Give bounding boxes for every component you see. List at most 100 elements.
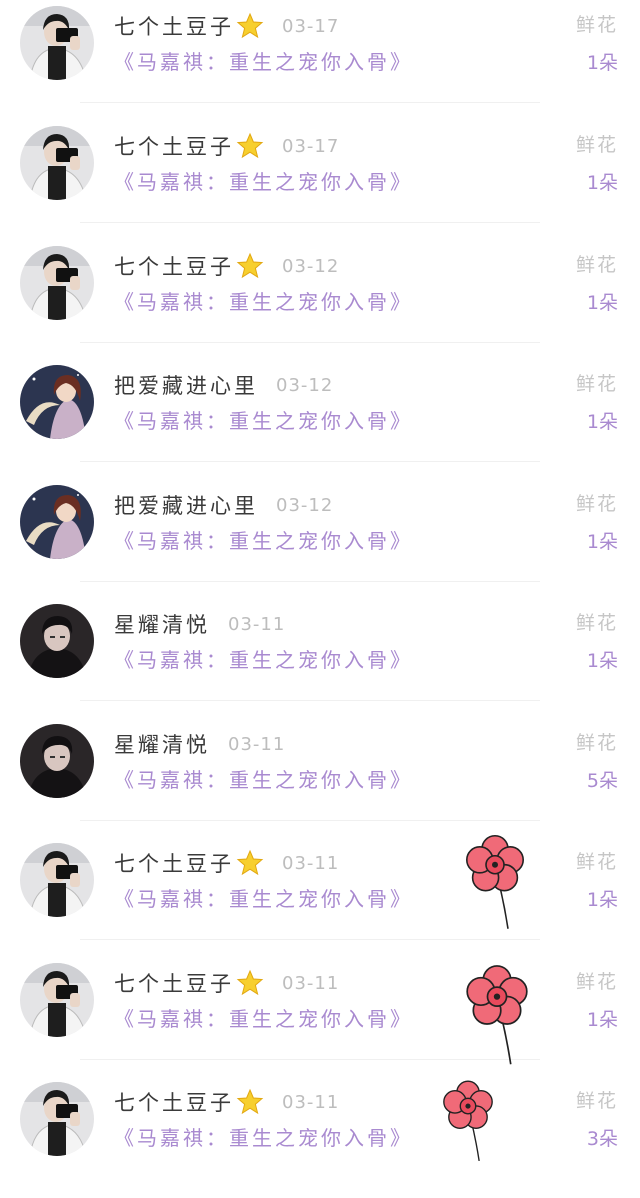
user-avatar[interactable] (20, 843, 94, 917)
star-badge-icon (236, 132, 264, 159)
gift-record-row[interactable]: 七个土豆子 03-17 《马嘉祺：重生之宠你入骨》 鲜花 1朵 (0, 122, 640, 242)
user-avatar[interactable] (20, 126, 94, 200)
gift-count: 1朵 (586, 650, 618, 672)
user-name[interactable]: 七个土豆子 (114, 968, 234, 998)
gift-type-label: 鲜花 (575, 14, 618, 36)
gift-count: 1朵 (586, 411, 618, 433)
gift-date: 03-11 (228, 733, 286, 755)
gift-type-label: 鲜花 (575, 732, 618, 754)
user-name-line: 七个土豆子 03-17 (114, 8, 339, 44)
user-avatar[interactable] (20, 1082, 94, 1156)
book-title-link[interactable]: 《马嘉祺：重生之宠你入骨》 (114, 525, 413, 554)
user-avatar[interactable] (20, 365, 94, 439)
book-title-link[interactable]: 《马嘉祺：重生之宠你入骨》 (114, 405, 413, 434)
user-name-line: 七个土豆子 03-11 (114, 845, 339, 881)
star-badge-icon (236, 969, 264, 996)
gift-date: 03-17 (282, 135, 340, 157)
gift-record-list: 七个土豆子 03-17 《马嘉祺：重生之宠你入骨》 鲜花 1朵 七个土豆子 03-17 《马嘉… (0, 0, 640, 1164)
gift-record-row[interactable]: 把爱藏进心里 03-12 《马嘉祺：重生之宠你入骨》 鲜花 1朵 (0, 361, 640, 481)
user-name[interactable]: 七个土豆子 (114, 848, 234, 878)
user-name-line: 星耀清悦 03-11 (114, 726, 285, 762)
star-icon (234, 849, 264, 877)
user-avatar[interactable] (20, 724, 94, 798)
star-icon (234, 1088, 264, 1116)
gift-record-row[interactable]: 把爱藏进心里 03-12 《马嘉祺：重生之宠你入骨》 鲜花 1朵 (0, 481, 640, 601)
gift-date: 03-12 (276, 374, 334, 396)
gift-date: 03-11 (282, 972, 340, 994)
user-avatar[interactable] (20, 604, 94, 678)
gift-count: 1朵 (586, 1009, 618, 1031)
gift-record-row[interactable]: 七个土豆子 03-11 《马嘉祺：重生之宠你入骨》 鲜花 1朵 (0, 839, 640, 959)
star-badge-icon (236, 849, 264, 876)
book-title-link[interactable]: 《马嘉祺：重生之宠你入骨》 (114, 166, 413, 195)
user-avatar[interactable] (20, 485, 94, 559)
gift-count: 1朵 (586, 52, 618, 74)
star-icon (234, 252, 264, 280)
user-name-line: 星耀清悦 03-11 (114, 606, 285, 642)
star-badge-icon (236, 252, 264, 279)
gift-record-row[interactable]: 星耀清悦 03-11 《马嘉祺：重生之宠你入骨》 鲜花 1朵 (0, 600, 640, 720)
row-divider (80, 581, 540, 582)
flower-sticker-icon (460, 962, 534, 1073)
user-name-line: 七个土豆子 03-11 (114, 1084, 339, 1120)
user-name-line: 七个土豆子 03-12 (114, 248, 339, 284)
book-title-link[interactable]: 《马嘉祺：重生之宠你入骨》 (114, 883, 413, 912)
flower-sticker-icon (460, 832, 530, 938)
gift-date: 03-17 (282, 15, 340, 37)
star-badge-icon (236, 1088, 264, 1115)
gift-record-row[interactable]: 七个土豆子 03-11 《马嘉祺：重生之宠你入骨》 鲜花 3朵 (0, 1078, 640, 1198)
gift-type-label: 鲜花 (575, 851, 618, 873)
star-icon (234, 12, 264, 40)
user-name[interactable]: 把爱藏进心里 (114, 370, 258, 400)
gift-type-label: 鲜花 (575, 971, 618, 993)
book-title-link[interactable]: 《马嘉祺：重生之宠你入骨》 (114, 764, 413, 793)
flower-sticker-icon (438, 1078, 498, 1164)
gift-record-row[interactable]: 七个土豆子 03-17 《马嘉祺：重生之宠你入骨》 鲜花 1朵 (0, 2, 640, 122)
gift-type-label: 鲜花 (575, 493, 618, 515)
star-icon (234, 969, 264, 997)
row-divider (80, 939, 540, 940)
gift-count: 3朵 (586, 1128, 618, 1150)
user-avatar[interactable] (20, 963, 94, 1037)
user-name-line: 七个土豆子 03-17 (114, 128, 339, 164)
star-badge-icon (236, 12, 264, 39)
row-divider (80, 820, 540, 821)
user-name-line: 七个土豆子 03-11 (114, 965, 339, 1001)
gift-count: 1朵 (586, 531, 618, 553)
row-divider (80, 461, 540, 462)
star-icon (234, 132, 264, 160)
row-divider (80, 342, 540, 343)
gift-date: 03-12 (276, 494, 334, 516)
row-divider (80, 102, 540, 103)
gift-count: 1朵 (586, 172, 618, 194)
gift-record-row[interactable]: 星耀清悦 03-11 《马嘉祺：重生之宠你入骨》 鲜花 5朵 (0, 720, 640, 840)
gift-date: 03-11 (282, 852, 340, 874)
user-name-line: 把爱藏进心里 03-12 (114, 367, 333, 403)
user-name[interactable]: 七个土豆子 (114, 131, 234, 161)
gift-type-label: 鲜花 (575, 134, 618, 156)
gift-count: 1朵 (586, 292, 618, 314)
gift-type-label: 鲜花 (575, 373, 618, 395)
user-name[interactable]: 把爱藏进心里 (114, 490, 258, 520)
gift-date: 03-11 (282, 1091, 340, 1113)
gift-date: 03-12 (282, 255, 340, 277)
user-name[interactable]: 七个土豆子 (114, 251, 234, 281)
user-name[interactable]: 七个土豆子 (114, 1087, 234, 1117)
gift-type-label: 鲜花 (575, 612, 618, 634)
book-title-link[interactable]: 《马嘉祺：重生之宠你入骨》 (114, 46, 413, 75)
user-avatar[interactable] (20, 6, 94, 80)
user-name[interactable]: 星耀清悦 (114, 609, 210, 639)
user-name[interactable]: 七个土豆子 (114, 11, 234, 41)
row-divider (80, 700, 540, 701)
user-name[interactable]: 星耀清悦 (114, 729, 210, 759)
gift-record-row[interactable]: 七个土豆子 03-12 《马嘉祺：重生之宠你入骨》 鲜花 1朵 (0, 242, 640, 362)
book-title-link[interactable]: 《马嘉祺：重生之宠你入骨》 (114, 1003, 413, 1032)
gift-record-row[interactable]: 七个土豆子 03-11 《马嘉祺：重生之宠你入骨》 鲜花 1朵 (0, 959, 640, 1079)
gift-type-label: 鲜花 (575, 254, 618, 276)
user-name-line: 把爱藏进心里 03-12 (114, 487, 333, 523)
book-title-link[interactable]: 《马嘉祺：重生之宠你入骨》 (114, 286, 413, 315)
book-title-link[interactable]: 《马嘉祺：重生之宠你入骨》 (114, 644, 413, 673)
user-avatar[interactable] (20, 246, 94, 320)
row-divider (80, 222, 540, 223)
book-title-link[interactable]: 《马嘉祺：重生之宠你入骨》 (114, 1122, 413, 1151)
